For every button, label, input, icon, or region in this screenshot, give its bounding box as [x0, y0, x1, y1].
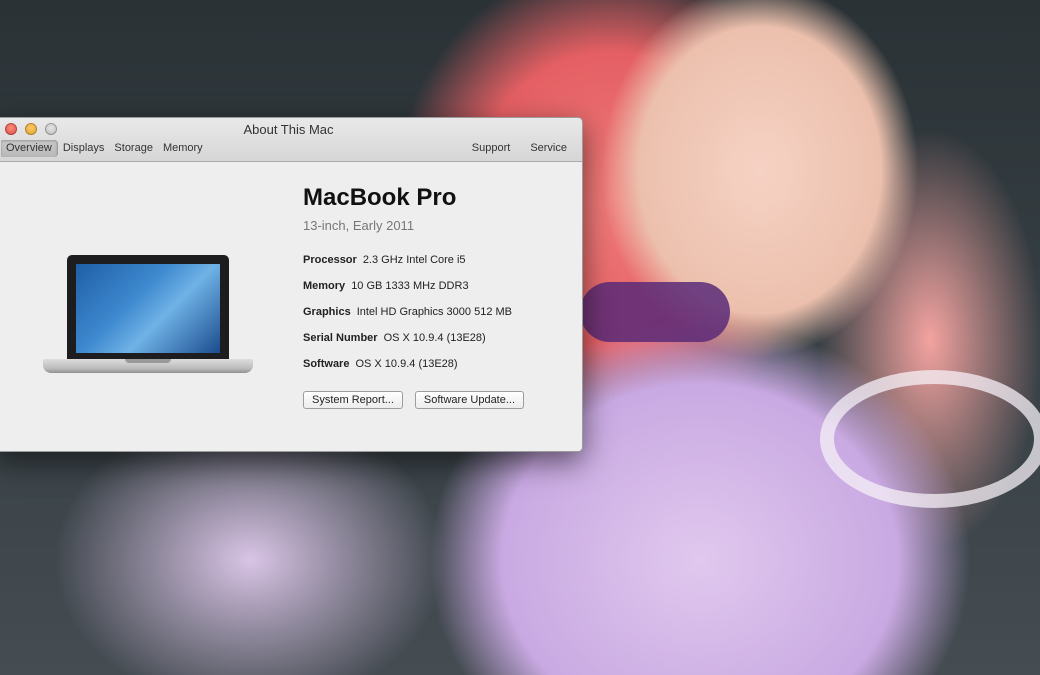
macbook-pro-image: [43, 255, 253, 395]
wallpaper-shape-choker: [580, 282, 730, 342]
laptop-notch: [125, 359, 171, 363]
tab-storage[interactable]: Storage: [109, 140, 158, 157]
tab-memory[interactable]: Memory: [158, 140, 208, 157]
spec-value: 2.3 GHz Intel Core i5: [362, 254, 466, 266]
spec-label: Serial Number: [303, 332, 378, 344]
tab-support[interactable]: Support: [467, 140, 516, 157]
spec-list: Processor 2.3 GHz Intel Core i5 Memory 10 …: [303, 253, 573, 383]
tab-service[interactable]: Service: [525, 140, 572, 157]
spec-label: Graphics: [303, 306, 351, 318]
spec-label: Processor: [303, 254, 357, 266]
overview-pane: MacBook Pro 13-inch, Early 2011 Processo…: [0, 162, 582, 451]
tab-overview[interactable]: Overview: [1, 140, 57, 157]
spec-value: 10 GB 1333 MHz DDR3: [351, 280, 469, 292]
spec-value: Intel HD Graphics 3000 512 MB: [356, 306, 512, 318]
about-this-mac-window: About This Mac Overview Displays Storage…: [0, 117, 583, 452]
window-title: About This Mac: [243, 122, 334, 137]
spec-row-graphics: Graphics Intel HD Graphics 3000 512 MB: [303, 305, 573, 331]
spec-label: Software: [303, 358, 350, 370]
window-titlebar[interactable]: About This Mac Overview Displays Storage…: [0, 118, 582, 162]
spec-row-processor: Processor 2.3 GHz Intel Core i5: [303, 253, 573, 279]
system-info: MacBook Pro 13-inch, Early 2011 Processo…: [303, 184, 573, 409]
spec-value: OS X 10.9.4 (13E28): [383, 332, 486, 344]
model-name: MacBook Pro: [303, 184, 457, 211]
spec-row-memory: Memory 10 GB 1333 MHz DDR3: [303, 279, 573, 305]
tab-displays[interactable]: Displays: [58, 140, 110, 157]
software-update-button[interactable]: Software Update...: [414, 391, 525, 409]
action-buttons: System Report... Software Update...: [303, 391, 573, 409]
laptop-lid: [67, 255, 229, 359]
tab-bar-left: Overview Displays Storage Memory: [1, 140, 208, 157]
laptop-screen: [76, 264, 220, 353]
wallpaper-shape-collar: [820, 370, 1040, 508]
spec-row-serial-number: Serial Number OS X 10.9.4 (13E28): [303, 331, 573, 357]
tab-bar-right: Support Service: [467, 140, 572, 157]
spec-row-software: Software OS X 10.9.4 (13E28): [303, 357, 573, 383]
system-report-button[interactable]: System Report...: [303, 391, 403, 409]
spec-value: OS X 10.9.4 (13E28): [355, 358, 458, 370]
model-subtitle: 13-inch, Early 2011: [303, 218, 415, 233]
spec-label: Memory: [303, 280, 346, 292]
